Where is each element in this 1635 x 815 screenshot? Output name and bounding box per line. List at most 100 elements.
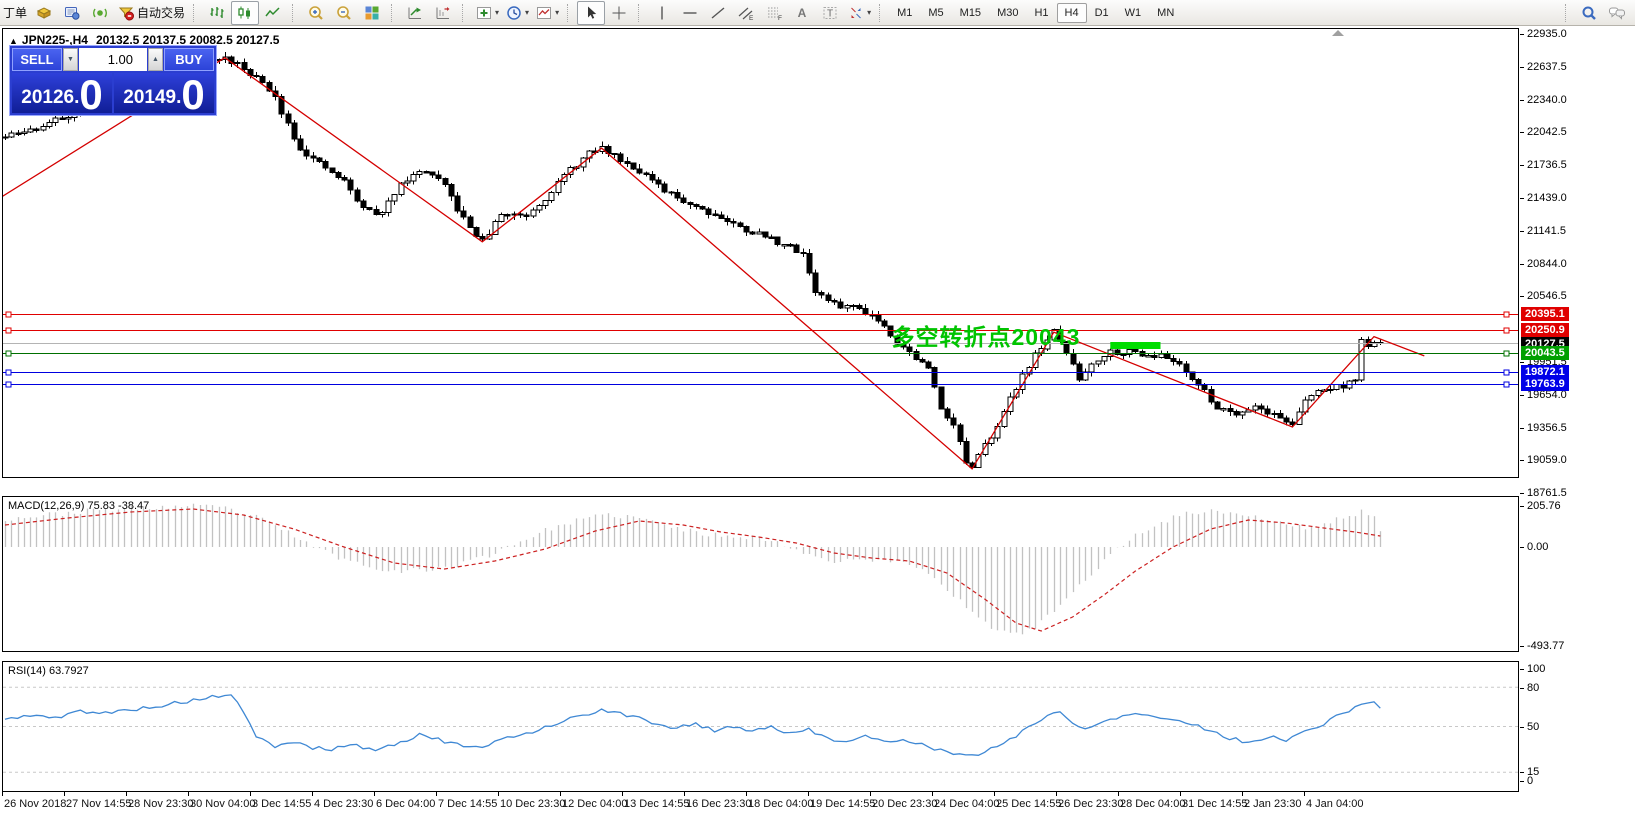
text-button[interactable]: A bbox=[788, 1, 816, 25]
rsi-indicator-pane[interactable]: RSI(14) 63.7927 bbox=[2, 661, 1519, 792]
price-tick bbox=[1520, 67, 1524, 68]
timeframe-h4-button[interactable]: H4 bbox=[1057, 3, 1087, 23]
timeframe-m1-button[interactable]: M1 bbox=[889, 3, 920, 23]
macd-axis-tick bbox=[1520, 547, 1524, 548]
price-chart-pane[interactable]: ▲JPN225-,H420132.5 20137.5 20082.5 20127… bbox=[2, 28, 1519, 478]
linechart-icon bbox=[264, 4, 282, 22]
chart-shift-button[interactable] bbox=[429, 1, 457, 25]
price-tick bbox=[1520, 165, 1524, 166]
arrows-icon bbox=[847, 4, 865, 22]
trendline-button[interactable] bbox=[704, 1, 732, 25]
cursor-button[interactable] bbox=[577, 1, 605, 25]
buy-price-int: 20149 bbox=[123, 85, 176, 111]
time-axis[interactable]: 26 Nov 201827 Nov 14:5528 Nov 23:3030 No… bbox=[0, 792, 1635, 815]
time-tick bbox=[684, 792, 685, 796]
signal-icon bbox=[91, 4, 109, 22]
timeframe-w1-button[interactable]: W1 bbox=[1117, 3, 1150, 23]
new-order-button-label: 丁单 bbox=[3, 4, 27, 21]
time-tick-label: 13 Dec 14:55 bbox=[624, 798, 689, 810]
periods-button[interactable]: ▾ bbox=[502, 1, 532, 25]
time-tick bbox=[1180, 792, 1181, 796]
rsi-axis-tick bbox=[1520, 688, 1524, 689]
new-order-button[interactable]: 丁单 bbox=[0, 1, 30, 25]
vertical-line-button[interactable] bbox=[648, 1, 676, 25]
timeframe-h1-button[interactable]: H1 bbox=[1026, 3, 1056, 23]
price-tick bbox=[1520, 460, 1524, 461]
macd-histogram bbox=[6, 504, 1381, 635]
macd-axis-label: 0.00 bbox=[1527, 541, 1548, 553]
bar-chart-button[interactable] bbox=[203, 1, 231, 25]
time-tick bbox=[2, 792, 3, 796]
autoscroll-icon bbox=[406, 4, 424, 22]
timeframe-m15-button[interactable]: M15 bbox=[952, 3, 989, 23]
macd-label: MACD(12,26,9) 75.83 -38.47 bbox=[8, 500, 149, 512]
time-tick-label: 26 Nov 2018 bbox=[4, 798, 66, 810]
macd-axis-label: -493.77 bbox=[1527, 640, 1564, 652]
price-tick bbox=[1520, 132, 1524, 133]
horizontal-line-objects[interactable] bbox=[3, 312, 1518, 387]
autotrading-button-label: 自动交易 bbox=[137, 4, 185, 21]
tile-windows-button[interactable] bbox=[358, 1, 386, 25]
goldbox-icon bbox=[35, 4, 53, 22]
time-tick bbox=[932, 792, 933, 796]
price-axis[interactable]: 22935.022637.522340.022042.521736.521439… bbox=[1520, 0, 1635, 815]
line-chart-button[interactable] bbox=[259, 1, 287, 25]
auto-scroll-button[interactable] bbox=[401, 1, 429, 25]
toolbar-group-grip bbox=[462, 4, 469, 22]
sell-price[interactable]: 20126.0 bbox=[12, 73, 112, 113]
signals-button[interactable] bbox=[86, 1, 114, 25]
crosshair-button[interactable] bbox=[605, 1, 633, 25]
timeframe-d1-button[interactable]: D1 bbox=[1087, 3, 1117, 23]
tiles-icon bbox=[363, 4, 381, 22]
textA-icon: A bbox=[793, 4, 811, 22]
price-tick-label: 22042.5 bbox=[1527, 126, 1567, 138]
timeframe-mn-button[interactable]: MN bbox=[1149, 3, 1182, 23]
metaeditor-button[interactable] bbox=[58, 1, 86, 25]
time-tick bbox=[64, 792, 65, 796]
price-tick-label: 22340.0 bbox=[1527, 94, 1567, 106]
candlestick-chart-button[interactable] bbox=[231, 1, 259, 25]
autotrade-icon bbox=[117, 4, 135, 22]
indicators-icon bbox=[475, 4, 493, 22]
timeframe-m5-button[interactable]: M5 bbox=[920, 3, 951, 23]
time-tick-label: 10 Dec 23:30 bbox=[500, 798, 565, 810]
timeframe-m30-button[interactable]: M30 bbox=[989, 3, 1026, 23]
buy-button[interactable]: BUY bbox=[164, 48, 214, 71]
time-tick-label: 27 Nov 14:55 bbox=[66, 798, 131, 810]
equidistant-channel-button[interactable]: E bbox=[732, 1, 760, 25]
time-tick-label: 28 Nov 23:30 bbox=[128, 798, 193, 810]
fibonacci-button[interactable]: F bbox=[760, 1, 788, 25]
zoom-in-button[interactable] bbox=[302, 1, 330, 25]
time-tick-label: 3 Dec 14:55 bbox=[252, 798, 311, 810]
buy-price[interactable]: 20149.0 bbox=[114, 73, 214, 113]
zigzag-line bbox=[3, 58, 1424, 469]
volume-input[interactable]: 1.00 bbox=[79, 48, 147, 71]
toolbar-group-grip bbox=[638, 4, 645, 22]
macd-indicator-pane[interactable]: MACD(12,26,9) 75.83 -38.47 bbox=[2, 496, 1519, 652]
indicators-button[interactable]: ▾ bbox=[472, 1, 502, 25]
sell-button[interactable]: SELL bbox=[12, 48, 62, 71]
price-tick-label: 22935.0 bbox=[1527, 28, 1567, 40]
templates-button[interactable]: ▾ bbox=[532, 1, 562, 25]
toolbar-group-grip bbox=[567, 4, 574, 22]
volume-decrease-button[interactable]: ▼ bbox=[63, 48, 78, 71]
rsi-line bbox=[5, 695, 1380, 755]
time-tick bbox=[188, 792, 189, 796]
time-tick-label: 18 Dec 04:00 bbox=[748, 798, 813, 810]
caret-down-icon: ▾ bbox=[867, 8, 871, 17]
price-tick-label: 20546.5 bbox=[1527, 290, 1567, 302]
arrows-button[interactable]: ▾ bbox=[844, 1, 874, 25]
horizontal-line-button[interactable] bbox=[676, 1, 704, 25]
time-tick-label: 19 Dec 14:55 bbox=[810, 798, 875, 810]
cursor-icon bbox=[582, 4, 600, 22]
price-badge: 20250.9 bbox=[1521, 323, 1569, 337]
time-tick bbox=[498, 792, 499, 796]
volume-increase-button[interactable]: ▲ bbox=[148, 48, 163, 71]
autotrading-button[interactable]: 自动交易 bbox=[114, 1, 188, 25]
label-button[interactable]: T bbox=[816, 1, 844, 25]
chart-shift-marker-icon[interactable] bbox=[1332, 30, 1344, 36]
zoom-out-button[interactable] bbox=[330, 1, 358, 25]
price-badge: 20395.1 bbox=[1521, 307, 1569, 321]
one-click-trade-panel: SELL ▼ 1.00 ▲ BUY 20126.0 20149.0 bbox=[9, 45, 217, 116]
terminal-box-button[interactable] bbox=[30, 1, 58, 25]
